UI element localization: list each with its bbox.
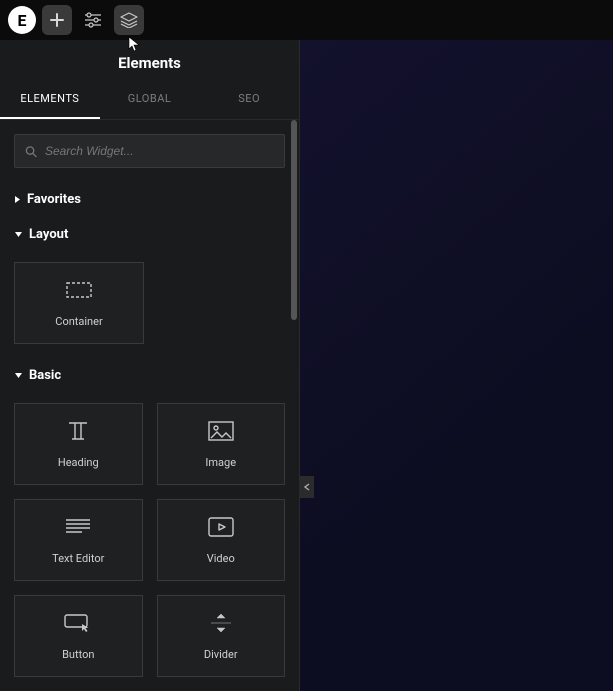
- widget-divider[interactable]: Divider: [157, 595, 286, 677]
- layers-icon: [120, 12, 138, 28]
- search-icon: [25, 145, 37, 158]
- widget-label: Text Editor: [52, 552, 104, 565]
- image-icon: [207, 420, 235, 442]
- search-input[interactable]: [45, 144, 274, 158]
- section-label: Layout: [29, 227, 68, 242]
- collapse-panel-button[interactable]: [300, 476, 314, 498]
- layout-widgets-grid: Container: [0, 252, 299, 358]
- chevron-left-icon: [304, 483, 310, 491]
- widget-label: Video: [207, 552, 235, 565]
- video-icon: [207, 516, 235, 538]
- tab-label: ELEMENTS: [20, 92, 79, 105]
- section-layout[interactable]: Layout: [0, 217, 299, 252]
- sliders-icon: [84, 12, 102, 28]
- panel-scrollbar[interactable]: [291, 120, 297, 320]
- button-icon: [64, 612, 92, 634]
- add-element-button[interactable]: [42, 5, 72, 35]
- widget-video[interactable]: Video: [157, 499, 286, 581]
- widget-label: Button: [62, 648, 94, 661]
- logo-letter: E: [18, 11, 27, 30]
- site-settings-button[interactable]: [78, 5, 108, 35]
- container-icon: [65, 279, 93, 301]
- text-editor-icon: [64, 516, 92, 538]
- panel-title: Elements: [0, 40, 299, 82]
- tab-label: SEO: [238, 92, 260, 105]
- structure-button[interactable]: [114, 5, 144, 35]
- caret-down-icon: [14, 231, 23, 238]
- section-label: Basic: [29, 368, 61, 383]
- widget-heading[interactable]: Heading: [14, 403, 143, 485]
- tab-seo[interactable]: SEO: [199, 82, 299, 119]
- divider-icon: [207, 612, 235, 634]
- panel-title-text: Elements: [118, 54, 181, 72]
- panel-tabs: ELEMENTS GLOBAL SEO: [0, 82, 299, 120]
- search-widget-field[interactable]: [14, 134, 285, 168]
- widget-container[interactable]: Container: [14, 262, 144, 344]
- elementor-logo-button[interactable]: E: [8, 6, 36, 34]
- widget-label: Container: [55, 315, 102, 328]
- section-basic[interactable]: Basic: [0, 358, 299, 393]
- caret-down-icon: [14, 372, 23, 379]
- tab-elements[interactable]: ELEMENTS: [0, 82, 100, 119]
- widget-label: Image: [205, 456, 236, 469]
- tab-global[interactable]: GLOBAL: [100, 82, 200, 119]
- elements-panel: Elements ELEMENTS GLOBAL SEO Favorites L…: [0, 40, 300, 691]
- section-favorites[interactable]: Favorites: [0, 182, 299, 217]
- widget-button[interactable]: Button: [14, 595, 143, 677]
- caret-right-icon: [14, 195, 21, 204]
- widget-label: Heading: [58, 456, 99, 469]
- widget-label: Divider: [204, 648, 238, 661]
- heading-icon: [64, 420, 92, 442]
- widget-text-editor[interactable]: Text Editor: [14, 499, 143, 581]
- basic-widgets-grid: Heading Image Text Editor Video: [0, 393, 299, 691]
- section-label: Favorites: [27, 192, 81, 207]
- plus-icon: [49, 12, 65, 28]
- editor-canvas[interactable]: [300, 40, 613, 691]
- panel-scroll-area: Favorites Layout Container Basic Head: [0, 120, 299, 691]
- top-toolbar: E: [0, 0, 613, 40]
- widget-image[interactable]: Image: [157, 403, 286, 485]
- tab-label: GLOBAL: [128, 92, 172, 105]
